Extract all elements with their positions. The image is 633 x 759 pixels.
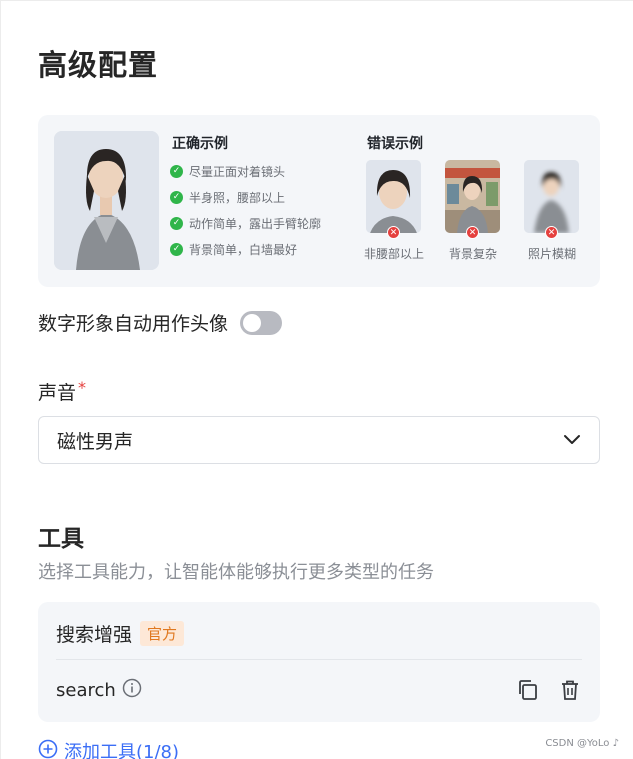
check-circle-icon: ✓ [170, 165, 183, 178]
voice-select[interactable]: 磁性男声 [38, 416, 600, 464]
error-x-icon: ✕ [466, 226, 479, 239]
check-circle-icon: ✓ [170, 217, 183, 230]
avatar-toggle-row: 数字形象自动用作头像 [38, 309, 283, 336]
tools-heading: 工具 [38, 526, 84, 552]
avatar-toggle-switch[interactable] [240, 310, 283, 335]
error-x-icon: ✕ [387, 226, 400, 239]
correct-tip: ✓ 半身照，腰部以上 [170, 189, 285, 206]
required-mark: * [78, 378, 87, 397]
avatar-toggle-label: 数字形象自动用作头像 [38, 313, 229, 335]
divider [56, 659, 582, 660]
wrong-example-photo [524, 160, 579, 233]
watermark: CSDN @YoLo ♪ [545, 738, 619, 749]
photo-guidance-card: 正确示例 ✓ 尽量正面对着镜头 ✓ 半身照，腰部以上 ✓ 动作简单，露出手臂轮廓… [38, 115, 600, 287]
trash-icon[interactable] [558, 678, 582, 702]
wrong-example-photo [445, 160, 500, 233]
correct-examples-heading: 正确示例 [172, 136, 228, 152]
wrong-examples-heading: 错误示例 [367, 136, 423, 152]
correct-tip: ✓ 动作简单，露出手臂轮廓 [170, 215, 321, 232]
wrong-example-label: 照片模糊 [527, 247, 576, 261]
info-icon[interactable] [122, 678, 142, 703]
check-circle-icon: ✓ [170, 243, 183, 256]
tool-name: 搜索增强 官方 [56, 620, 185, 647]
wrong-example-label: 非腰部以上 [363, 247, 424, 261]
tool-card: 搜索增强 官方 search [38, 602, 600, 722]
toggle-knob [243, 313, 262, 332]
correct-tip: ✓ 背景简单，白墙最好 [170, 241, 297, 258]
add-tool-button[interactable]: 添加工具(1/8) [38, 738, 179, 759]
page-title: 高级配置 [38, 48, 159, 82]
correct-tip: ✓ 尽量正面对着镜头 [170, 163, 285, 180]
voice-label: 声音 * [38, 378, 87, 404]
plus-circle-icon [38, 739, 58, 759]
tools-description: 选择工具能力，让智能体能够执行更多类型的任务 [38, 562, 434, 583]
official-badge: 官方 [140, 621, 185, 646]
wrong-example-photo [366, 160, 421, 233]
correct-example-photo [54, 131, 159, 270]
copy-icon[interactable] [516, 678, 540, 702]
add-tool-label: 添加工具(1/8) [64, 742, 180, 759]
voice-select-value: 磁性男声 [57, 430, 134, 453]
tool-function: search [56, 678, 142, 703]
check-circle-icon: ✓ [170, 191, 183, 204]
chevron-down-icon [563, 431, 581, 450]
error-x-icon: ✕ [545, 226, 558, 239]
wrong-example-label: 背景复杂 [448, 247, 497, 261]
